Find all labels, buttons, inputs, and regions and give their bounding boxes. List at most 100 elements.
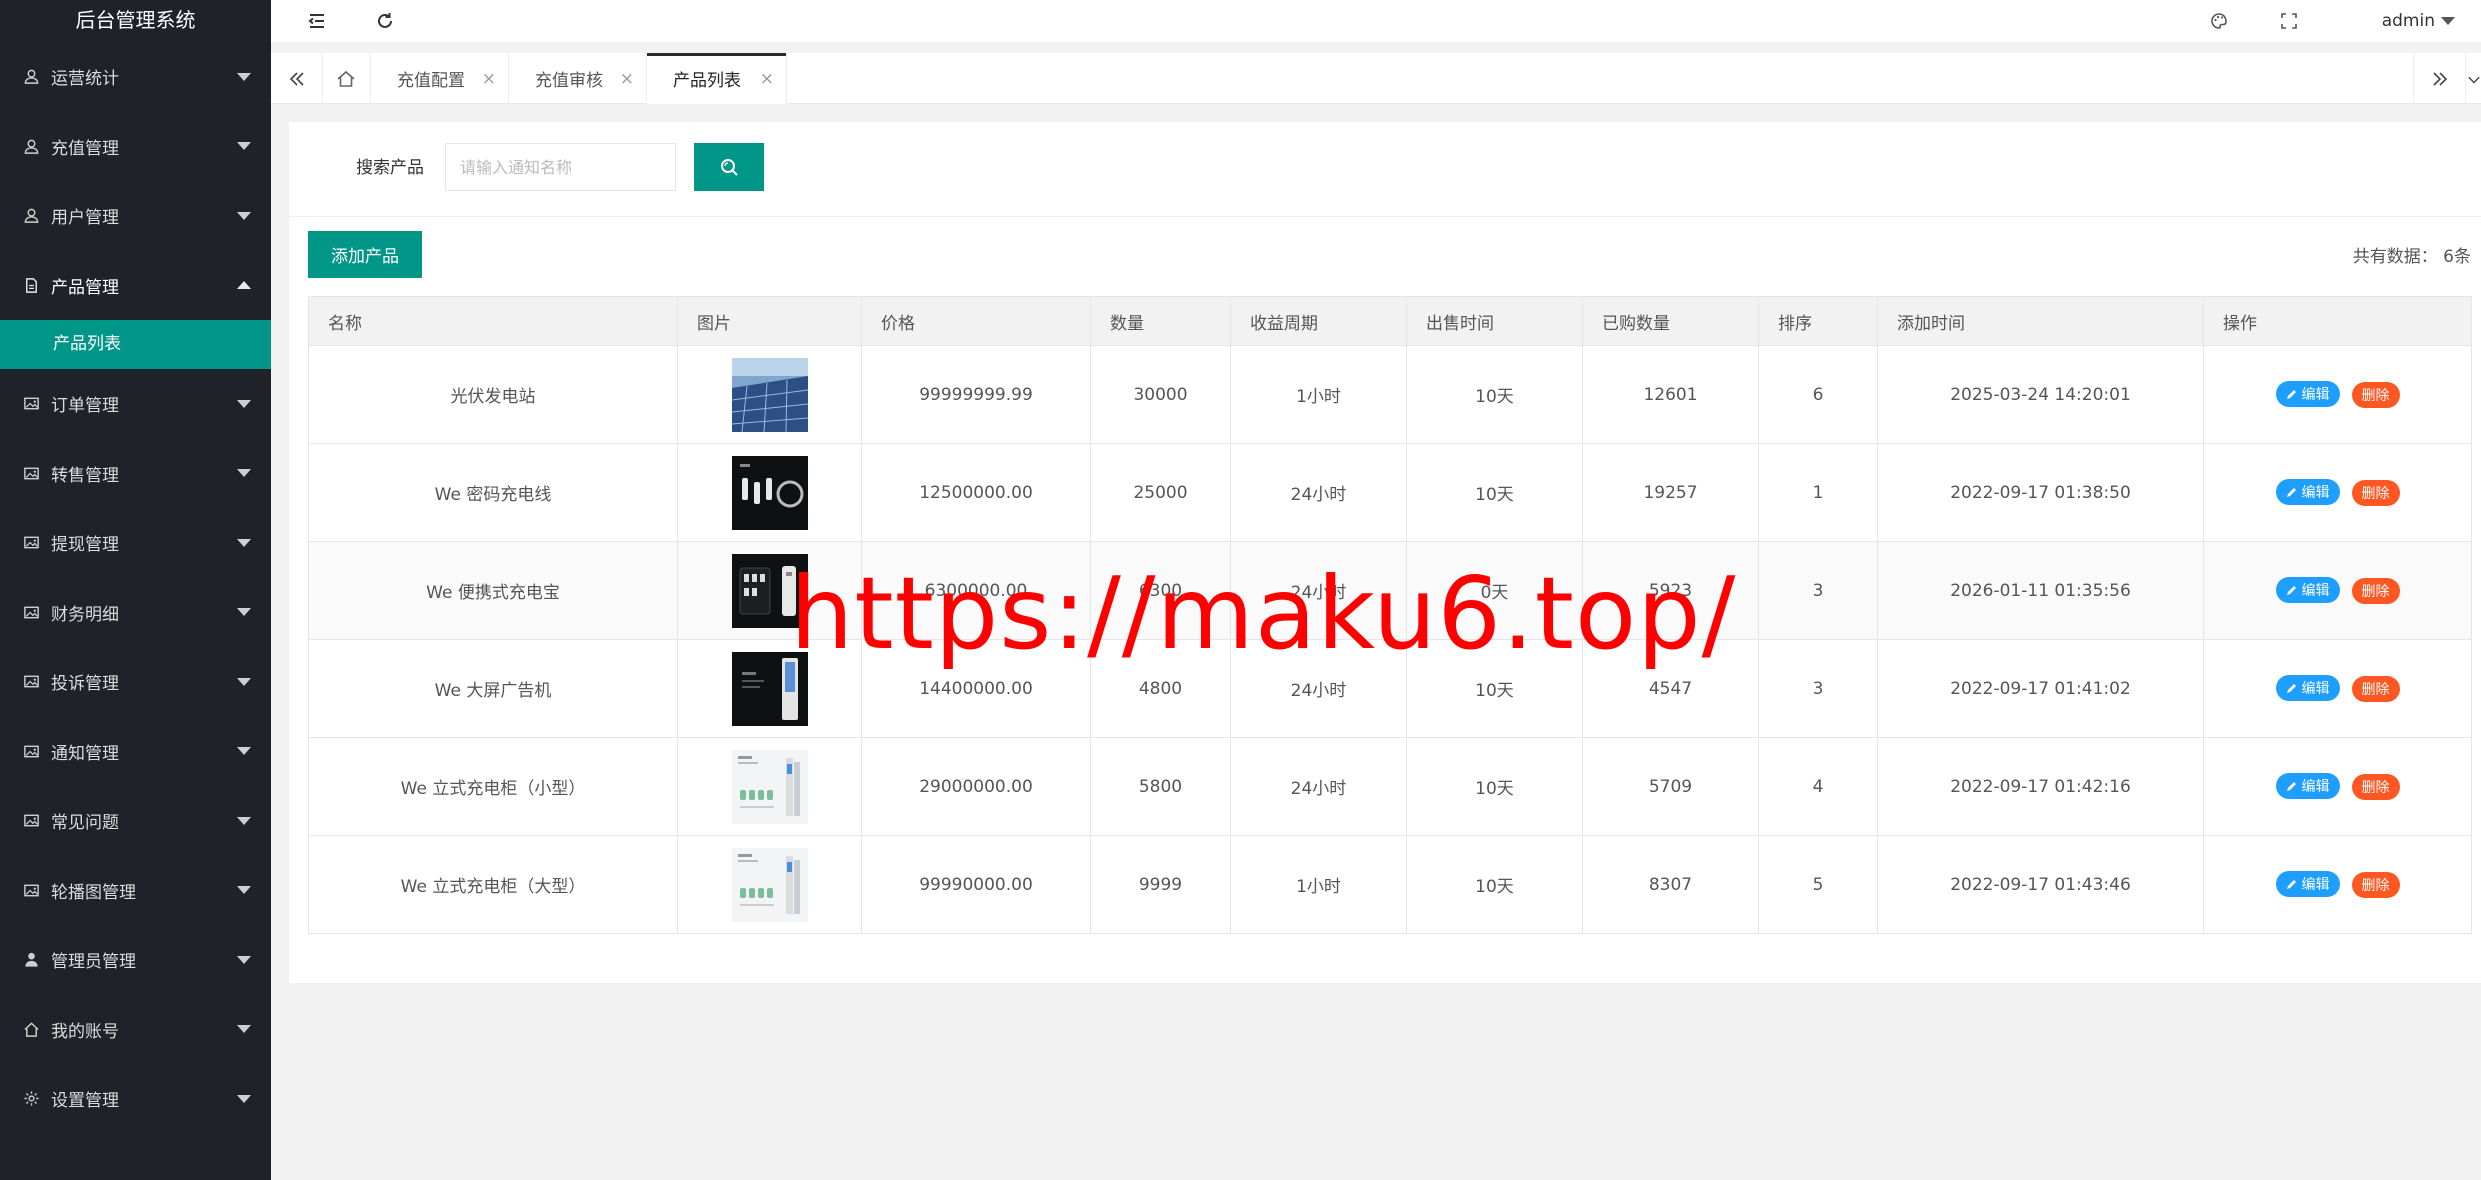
image-icon xyxy=(22,812,40,830)
sidebar-item-label: 提现管理 xyxy=(51,535,119,556)
cell-cycle: 1小时 xyxy=(1230,835,1407,934)
edit-button[interactable]: 编辑 xyxy=(2275,773,2340,799)
cell-cycle: 24小时 xyxy=(1230,639,1407,738)
fullscreen-icon[interactable] xyxy=(2269,0,2309,42)
product-thumbnail-cell xyxy=(677,835,862,934)
edit-button[interactable]: 编辑 xyxy=(2275,479,2340,505)
delete-button[interactable]: 删除 xyxy=(2351,676,2400,702)
sidebar-item-10[interactable]: 常见问题 xyxy=(0,786,271,856)
cell-sale: 10天 xyxy=(1406,835,1583,934)
sidebar-item-8[interactable]: 投诉管理 xyxy=(0,647,271,717)
chevron-up-icon xyxy=(237,281,251,290)
menu-collapse-icon[interactable] xyxy=(297,0,337,42)
cell-added: 2025-03-24 14:20:01 xyxy=(1877,345,2204,444)
column-header: 添加时间 xyxy=(1877,296,2204,346)
sidebar-item-label: 转售管理 xyxy=(51,465,119,486)
divider xyxy=(289,216,2481,217)
sidebar-item-7[interactable]: 财务明细 xyxy=(0,578,271,648)
sidebar-item-9[interactable]: 通知管理 xyxy=(0,717,271,787)
sidebar-item-2[interactable]: 用户管理 xyxy=(0,181,271,251)
sidebar-item-4[interactable]: 订单管理 xyxy=(0,369,271,439)
cell-actions: 编辑 删除 xyxy=(2203,639,2472,738)
sidebar-item-5[interactable]: 转售管理 xyxy=(0,439,271,509)
edit-button[interactable]: 编辑 xyxy=(2275,871,2340,897)
edit-label: 编辑 xyxy=(2301,485,2330,501)
cell-sort: 6 xyxy=(1758,345,1878,444)
tab-1[interactable]: 充值审核 × xyxy=(509,53,647,104)
close-icon[interactable]: × xyxy=(620,69,634,89)
cell-bought: 12601 xyxy=(1582,345,1759,444)
close-icon[interactable]: × xyxy=(760,69,774,89)
column-header: 名称 xyxy=(308,296,678,346)
column-header: 图片 xyxy=(677,296,862,346)
sidebar-item-12[interactable]: 管理员管理 xyxy=(0,925,271,995)
tab-0[interactable]: 充值配置 × xyxy=(371,53,509,104)
cell-cycle: 24小时 xyxy=(1230,443,1407,542)
sidebar-item-label: 我的账号 xyxy=(51,1021,119,1042)
edit-button[interactable]: 编辑 xyxy=(2275,675,2340,701)
sidebar-item-6[interactable]: 提现管理 xyxy=(0,508,271,578)
product-thumbnail-cell xyxy=(677,639,862,738)
file-icon xyxy=(22,276,40,294)
cell-added: 2022-09-17 01:41:02 xyxy=(1877,639,2204,738)
chevron-down-icon xyxy=(237,677,251,686)
cell-qty: 9999 xyxy=(1090,835,1231,934)
sidebar-item-11[interactable]: 轮播图管理 xyxy=(0,856,271,926)
edit-button[interactable]: 编辑 xyxy=(2275,577,2340,603)
cell-sale: 10天 xyxy=(1406,639,1583,738)
table-row: We 便携式充电宝 6300000.00 6300 24小时 0天 5923 3 2026-0… xyxy=(308,541,2472,640)
cell-actions: 编辑 删除 xyxy=(2203,345,2472,444)
cell-sale: 10天 xyxy=(1406,345,1583,444)
delete-button[interactable]: 删除 xyxy=(2351,480,2400,506)
column-header: 价格 xyxy=(861,296,1091,346)
cell-sort: 5 xyxy=(1758,835,1878,934)
home-tab-icon[interactable] xyxy=(321,53,371,104)
cell-qty: 25000 xyxy=(1090,443,1231,542)
delete-button[interactable]: 删除 xyxy=(2351,578,2400,604)
tabs-menu-chevron-icon[interactable] xyxy=(2465,53,2481,104)
close-icon[interactable]: × xyxy=(482,69,496,89)
sidebar-subitem-active[interactable]: 产品列表 xyxy=(0,320,271,369)
sidebar-item-label: 充值管理 xyxy=(51,138,119,159)
cell-qty: 5800 xyxy=(1090,737,1231,836)
chevron-down-icon xyxy=(237,469,251,478)
search-button[interactable] xyxy=(694,143,764,191)
delete-button[interactable]: 删除 xyxy=(2351,774,2400,800)
total-count: 共有数据： 6条 xyxy=(2352,247,2471,267)
column-header: 收益周期 xyxy=(1230,296,1407,346)
edit-label: 编辑 xyxy=(2301,387,2330,403)
delete-button[interactable]: 删除 xyxy=(2351,382,2400,408)
column-header: 排序 xyxy=(1758,296,1878,346)
add-product-button[interactable]: 添加产品 xyxy=(308,231,422,278)
tab-label: 充值配置 xyxy=(397,71,465,91)
edit-button[interactable]: 编辑 xyxy=(2275,381,2340,407)
cell-qty: 6300 xyxy=(1090,541,1231,640)
cell-price: 99990000.00 xyxy=(861,835,1091,934)
sidebar-item-0[interactable]: 运营统计 xyxy=(0,42,271,112)
cell-sale: 10天 xyxy=(1406,443,1583,542)
column-header: 出售时间 xyxy=(1406,296,1583,346)
image-icon xyxy=(22,881,40,899)
sidebar-item-14[interactable]: 设置管理 xyxy=(0,1064,271,1134)
gear-icon xyxy=(22,1090,40,1108)
product-list-panel: 搜索产品 添加产品 共有数据： 6条 名称图片价格数量收益周期出售时间已购数量排… xyxy=(289,122,2481,983)
delete-button[interactable]: 删除 xyxy=(2351,872,2400,898)
pencil-icon xyxy=(2286,390,2296,399)
chevron-down-icon xyxy=(237,72,251,81)
image-icon xyxy=(22,603,40,621)
cell-name: We 立式充电柜（小型） xyxy=(308,737,678,836)
tabs-scroll-left-icon[interactable] xyxy=(271,53,323,104)
tabs-scroll-right-icon[interactable] xyxy=(2413,53,2465,104)
user-icon xyxy=(22,68,40,86)
product-image xyxy=(731,553,808,628)
refresh-icon[interactable] xyxy=(365,0,405,42)
search-input[interactable] xyxy=(445,143,676,191)
sidebar-item-13[interactable]: 我的账号 xyxy=(0,995,271,1065)
user-menu[interactable]: admin xyxy=(2382,0,2455,42)
sidebar-item-1[interactable]: 充值管理 xyxy=(0,112,271,182)
search-label: 搜索产品 xyxy=(356,158,424,178)
tab-2[interactable]: 产品列表 × xyxy=(647,53,787,104)
sidebar-item-3[interactable]: 产品管理 xyxy=(0,251,271,321)
theme-palette-icon[interactable] xyxy=(2199,0,2239,42)
sidebar-item-label: 用户管理 xyxy=(51,208,119,229)
